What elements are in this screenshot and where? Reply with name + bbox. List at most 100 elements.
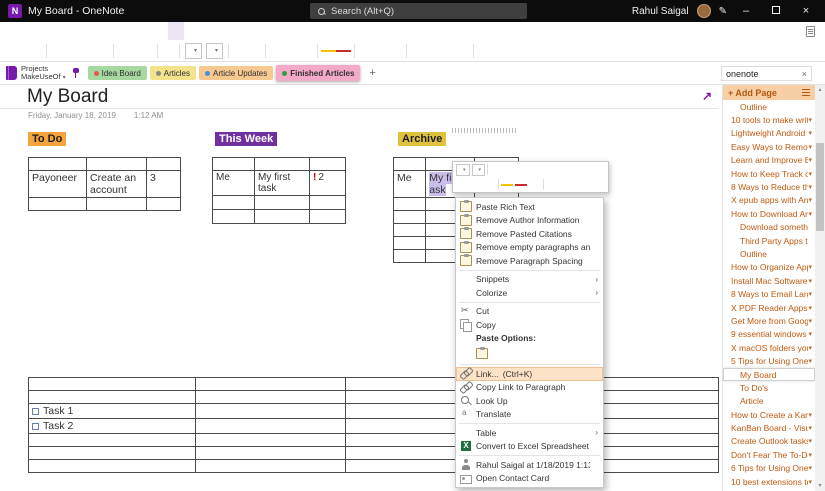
context-menu-item[interactable]: Snippets › bbox=[456, 273, 603, 287]
table-cell[interactable] bbox=[196, 447, 346, 460]
page-title[interactable]: My Board bbox=[27, 86, 108, 108]
mini-toolbar-button[interactable] bbox=[472, 164, 486, 176]
context-menu-item[interactable]: Cut › bbox=[456, 305, 603, 319]
chevron-down-icon[interactable]: ▾ bbox=[808, 129, 812, 137]
context-menu-item[interactable]: Convert to Excel Spreadsheet › bbox=[456, 440, 603, 454]
chevron-down-icon[interactable]: ▾ bbox=[808, 304, 812, 312]
menu-tab[interactable] bbox=[24, 22, 40, 40]
table-cell[interactable] bbox=[310, 196, 346, 210]
chevron-down-icon[interactable]: ▾ bbox=[808, 183, 812, 191]
context-menu-item[interactable]: Remove empty paragraphs and headers › bbox=[456, 241, 603, 255]
chevron-down-icon[interactable]: ▾ bbox=[808, 116, 812, 124]
this-week-label[interactable]: This Week bbox=[215, 132, 277, 146]
table-cell[interactable] bbox=[147, 198, 181, 211]
context-menu-item[interactable]: › bbox=[456, 345, 603, 362]
chevron-down-icon[interactable]: ▾ bbox=[808, 143, 812, 151]
mini-toolbar-button[interactable] bbox=[456, 164, 470, 176]
scroll-down-icon[interactable]: ▾ bbox=[815, 481, 825, 491]
edit-mode-icon[interactable]: ✎ bbox=[719, 6, 727, 17]
chevron-down-icon[interactable]: ▾ bbox=[808, 357, 812, 365]
page-list-item[interactable]: KanBan Board - Visualiz ▾ bbox=[723, 421, 815, 434]
context-menu-item[interactable]: Paste Options: › bbox=[456, 332, 603, 346]
page-list-item[interactable]: Lightweight Android br ▾ bbox=[723, 127, 815, 140]
ribbon-icon[interactable] bbox=[336, 50, 351, 52]
chevron-down-icon[interactable]: ▾ bbox=[808, 344, 812, 352]
sort-icon[interactable] bbox=[802, 89, 810, 96]
page-list-item[interactable]: Learn and Improve Engli ▾ bbox=[723, 154, 815, 167]
context-menu-item[interactable]: Paste Rich Text › bbox=[456, 200, 603, 214]
page-list-item[interactable]: Third Party Apps that ▾ bbox=[723, 234, 815, 247]
table-cell[interactable] bbox=[29, 198, 87, 211]
page-list-item[interactable]: 10 tools to make writing ▾ bbox=[723, 113, 815, 126]
table-header-cell[interactable] bbox=[196, 378, 346, 391]
chevron-down-icon[interactable]: ▾ bbox=[808, 317, 812, 325]
table-header-cell[interactable] bbox=[29, 378, 196, 391]
page-list-item[interactable]: Install Mac Software fro ▾ bbox=[723, 274, 815, 287]
add-section-button[interactable]: + bbox=[365, 67, 379, 79]
expand-icon[interactable]: ↗ bbox=[702, 89, 712, 103]
table-cell[interactable]: Create an account bbox=[87, 171, 147, 198]
table-cell[interactable] bbox=[394, 250, 426, 263]
chevron-down-icon[interactable]: ▾ bbox=[808, 437, 812, 445]
table-cell[interactable] bbox=[87, 198, 147, 211]
table-cell[interactable] bbox=[255, 210, 310, 224]
table-cell[interactable]: 3 bbox=[147, 171, 181, 198]
context-menu-item[interactable]: Copy Link to Paragraph › bbox=[456, 381, 603, 395]
context-menu-item[interactable]: Open Contact Card › bbox=[456, 472, 603, 486]
table-cell[interactable] bbox=[29, 447, 196, 460]
feed-panel-icon[interactable] bbox=[806, 26, 815, 37]
table-cell[interactable] bbox=[394, 237, 426, 250]
section-tab[interactable]: Article Updates bbox=[199, 66, 273, 80]
table-header-cell[interactable] bbox=[87, 158, 147, 171]
table-cell[interactable]: Task 1 bbox=[29, 404, 196, 419]
table-cell[interactable] bbox=[196, 391, 346, 404]
table-cell[interactable] bbox=[196, 419, 346, 434]
context-menu-item[interactable]: Look Up › bbox=[456, 394, 603, 408]
avatar[interactable] bbox=[697, 4, 711, 18]
mini-toolbar-button[interactable] bbox=[501, 184, 513, 186]
user-name[interactable]: Rahul Saigal bbox=[632, 6, 689, 17]
page-list-item[interactable]: Article ▾ bbox=[723, 395, 815, 408]
ribbon-icon[interactable] bbox=[206, 43, 223, 59]
menu-tab[interactable] bbox=[56, 22, 72, 40]
global-search-box[interactable]: Search (Alt+Q) bbox=[310, 3, 527, 19]
page-list-item[interactable]: 9 essential windows app ▾ bbox=[723, 328, 815, 341]
table-cell[interactable] bbox=[255, 196, 310, 210]
context-menu-item[interactable]: Translate › bbox=[456, 408, 603, 422]
chevron-down-icon[interactable]: ▾ bbox=[808, 411, 812, 419]
table-cell[interactable] bbox=[29, 434, 196, 447]
menu-tab[interactable] bbox=[72, 22, 88, 40]
chevron-down-icon[interactable]: ▾ bbox=[808, 196, 812, 204]
mini-toolbar-button[interactable] bbox=[515, 184, 527, 186]
table-cell[interactable] bbox=[29, 460, 196, 473]
scrollbar-thumb[interactable] bbox=[816, 143, 824, 231]
task-checkbox[interactable] bbox=[32, 423, 39, 430]
table-drag-handle[interactable] bbox=[452, 128, 518, 133]
menu-tab[interactable] bbox=[120, 22, 136, 40]
menu-tab[interactable] bbox=[40, 22, 56, 40]
page-list-item[interactable]: Outline ▾ bbox=[723, 247, 815, 260]
page-list-item[interactable]: Create Outlook tasks in ▾ bbox=[723, 435, 815, 448]
chevron-down-icon[interactable]: ▾ bbox=[808, 464, 812, 472]
section-tab[interactable]: Finished Articles bbox=[276, 65, 360, 81]
page-list-item[interactable]: My Board ▾ bbox=[723, 368, 815, 381]
scrollbar[interactable]: ▴ ▾ bbox=[815, 85, 825, 491]
page-list-item[interactable]: 8 Ways to Email Large A ▾ bbox=[723, 287, 815, 300]
chevron-down-icon[interactable]: ▾ bbox=[808, 263, 812, 271]
chevron-down-icon[interactable]: ▾ bbox=[808, 170, 812, 178]
context-menu-item[interactable]: Remove Paragraph Spacing › bbox=[456, 254, 603, 268]
ribbon-icon[interactable] bbox=[185, 43, 202, 59]
page-list-item[interactable]: X macOS folders you ca ▾ bbox=[723, 341, 815, 354]
page-list-item[interactable]: 10 best extensions to en ▾ bbox=[723, 475, 815, 488]
menu-tab[interactable] bbox=[88, 22, 104, 40]
table-cell[interactable]: Me bbox=[213, 171, 255, 196]
table-cell[interactable]: Me bbox=[394, 171, 426, 198]
menu-tab[interactable] bbox=[168, 22, 184, 40]
pin-icon[interactable] bbox=[72, 68, 80, 79]
table-cell[interactable] bbox=[196, 460, 346, 473]
table-cell[interactable]: !2 bbox=[310, 171, 346, 196]
archive-label[interactable]: Archive bbox=[398, 132, 446, 146]
chevron-down-icon[interactable]: ▾ bbox=[808, 478, 812, 486]
table-cell[interactable] bbox=[394, 198, 426, 211]
task-checkbox[interactable] bbox=[32, 408, 39, 415]
